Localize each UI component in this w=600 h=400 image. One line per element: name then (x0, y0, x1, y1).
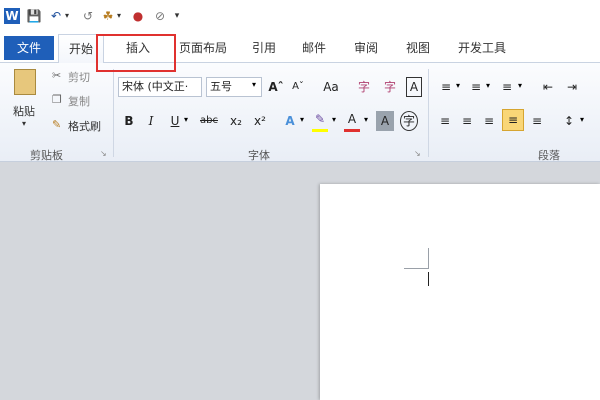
insert-tab-highlight (96, 34, 176, 72)
save-icon[interactable]: 💾 (26, 8, 42, 24)
group-separator (428, 69, 429, 157)
redo-icon[interactable]: ↺ (80, 8, 96, 24)
underline-dropdown-icon[interactable]: ▾ (184, 115, 188, 124)
ribbon-tabs: 文件 开始 插入 页面布局 引用 邮件 审阅 视图 开发工具 (0, 34, 600, 63)
tab-mailings[interactable]: 邮件 (294, 34, 334, 62)
copy-button[interactable]: 复制 (68, 93, 90, 109)
dialog-launcher-icon[interactable]: ↘ (414, 149, 421, 158)
decrease-indent-icon[interactable]: ⇤ (538, 77, 558, 97)
paste-dropdown-icon[interactable]: ▾ (22, 119, 26, 128)
color-icon[interactable]: ● (130, 8, 146, 24)
ribbon: 粘贴 ▾ ✂ 剪切 ❐ 复制 ✎ 格式刷 剪贴板 ↘ 宋体 (中文正‧ 五号 ▾… (0, 63, 600, 162)
customize-icon[interactable]: ▾ (172, 8, 182, 24)
highlight-dropdown-icon[interactable]: ▾ (332, 115, 336, 124)
font-color-dropdown-icon[interactable]: ▾ (364, 115, 368, 124)
change-case-button[interactable]: Aa (316, 77, 346, 97)
margin-corner-vertical (428, 248, 429, 269)
grow-font-button[interactable]: Aˆ (266, 77, 286, 97)
format-painter-button[interactable]: 格式刷 (68, 118, 101, 134)
tab-references[interactable]: 引用 (244, 34, 284, 62)
line-spacing-icon[interactable]: ↕ (558, 111, 580, 131)
tab-file[interactable]: 文件 (4, 36, 54, 60)
justify-icon[interactable]: ≡ (502, 109, 524, 131)
text-effects-dropdown-icon[interactable]: ▾ (300, 115, 304, 124)
align-center-icon[interactable]: ≡ (458, 111, 476, 131)
italic-button[interactable]: I (142, 111, 160, 131)
cut-icon[interactable]: ✂ (52, 69, 61, 82)
strikethrough-button[interactable]: abc (196, 111, 222, 131)
font-color-bar (344, 129, 360, 132)
margin-corner-horizontal (404, 268, 428, 269)
paragraph-group: ≡ ▾ ≡ ▾ ≡ ▾ ⇤ ⇥ ≡ ≡ ≡ ≡ ≡ ↕ ▾ 段落 (430, 63, 600, 162)
character-border-icon[interactable]: A (406, 77, 422, 97)
bullets-dropdown-icon[interactable]: ▾ (456, 81, 460, 90)
font-color-icon[interactable]: A (342, 109, 362, 129)
document-page[interactable] (320, 184, 600, 400)
multilevel-dropdown-icon[interactable]: ▾ (518, 81, 522, 90)
superscript-button[interactable]: x² (250, 111, 270, 131)
dialog-launcher-icon[interactable]: ↘ (100, 149, 107, 158)
clipboard-group-label: 剪贴板 (30, 149, 63, 162)
quick-access-toolbar: W 💾 ↶ ▾ ↺ ☘ ▾ ● ⊘ ▾ (0, 0, 600, 34)
dropdown-arrow-icon[interactable]: ▾ (63, 8, 71, 24)
align-left-icon[interactable]: ≡ (436, 111, 454, 131)
dropdown-arrow-icon[interactable]: ▾ (115, 8, 123, 24)
font-group-label: 字体 (248, 149, 270, 162)
undo-icon[interactable]: ↶ (48, 8, 64, 24)
highlight-color-bar (312, 129, 328, 132)
font-name-combo[interactable]: 宋体 (中文正‧ (118, 77, 202, 97)
font-size-dropdown-icon[interactable]: ▾ (252, 80, 256, 89)
shrink-font-button[interactable]: Aˇ (288, 77, 308, 97)
tab-review[interactable]: 审阅 (346, 34, 386, 62)
tab-view[interactable]: 视图 (398, 34, 438, 62)
paste-icon[interactable] (14, 69, 36, 95)
distributed-icon[interactable]: ≡ (528, 111, 546, 131)
increase-indent-icon[interactable]: ⇥ (562, 77, 582, 97)
text-cursor (428, 272, 429, 286)
word-app-icon[interactable]: W (4, 8, 20, 24)
bold-button[interactable]: B (120, 111, 138, 131)
underline-button[interactable]: U (166, 111, 184, 131)
cut-button[interactable]: 剪切 (68, 69, 90, 85)
phonetic-guide-icon[interactable]: 字 (380, 77, 400, 97)
character-shading-icon[interactable]: A (376, 111, 394, 131)
clear-format-icon[interactable]: 字 (354, 77, 374, 97)
tab-developer[interactable]: 开发工具 (450, 34, 514, 62)
paste-button[interactable]: 粘贴 (13, 103, 35, 119)
text-effects-icon[interactable]: A (280, 111, 300, 131)
multilevel-list-icon[interactable]: ≡ (496, 77, 518, 97)
tab-page-layout[interactable]: 页面布局 (172, 34, 234, 62)
copy-icon[interactable]: ❐ (52, 93, 62, 106)
align-right-icon[interactable]: ≡ (480, 111, 498, 131)
enclose-characters-icon[interactable]: 字 (400, 111, 418, 131)
numbering-icon[interactable]: ≡ (466, 77, 486, 97)
paragraph-group-label: 段落 (538, 149, 560, 162)
font-group: 宋体 (中文正‧ 五号 ▾ Aˆ Aˇ Aa 字 字 A B I U ▾ abc… (114, 63, 428, 162)
highlight-icon[interactable]: ✎ (310, 109, 330, 129)
bullets-icon[interactable]: ≡ (436, 77, 456, 97)
format-painter-icon[interactable]: ☘ (100, 8, 116, 24)
line-spacing-dropdown-icon[interactable]: ▾ (580, 115, 584, 124)
clipboard-group: 粘贴 ▾ ✂ 剪切 ❐ 复制 ✎ 格式刷 剪贴板 ↘ (0, 63, 112, 162)
eraser-icon[interactable]: ⊘ (152, 8, 168, 24)
format-painter-icon[interactable]: ✎ (52, 118, 61, 131)
subscript-button[interactable]: x₂ (226, 111, 246, 131)
numbering-dropdown-icon[interactable]: ▾ (486, 81, 490, 90)
